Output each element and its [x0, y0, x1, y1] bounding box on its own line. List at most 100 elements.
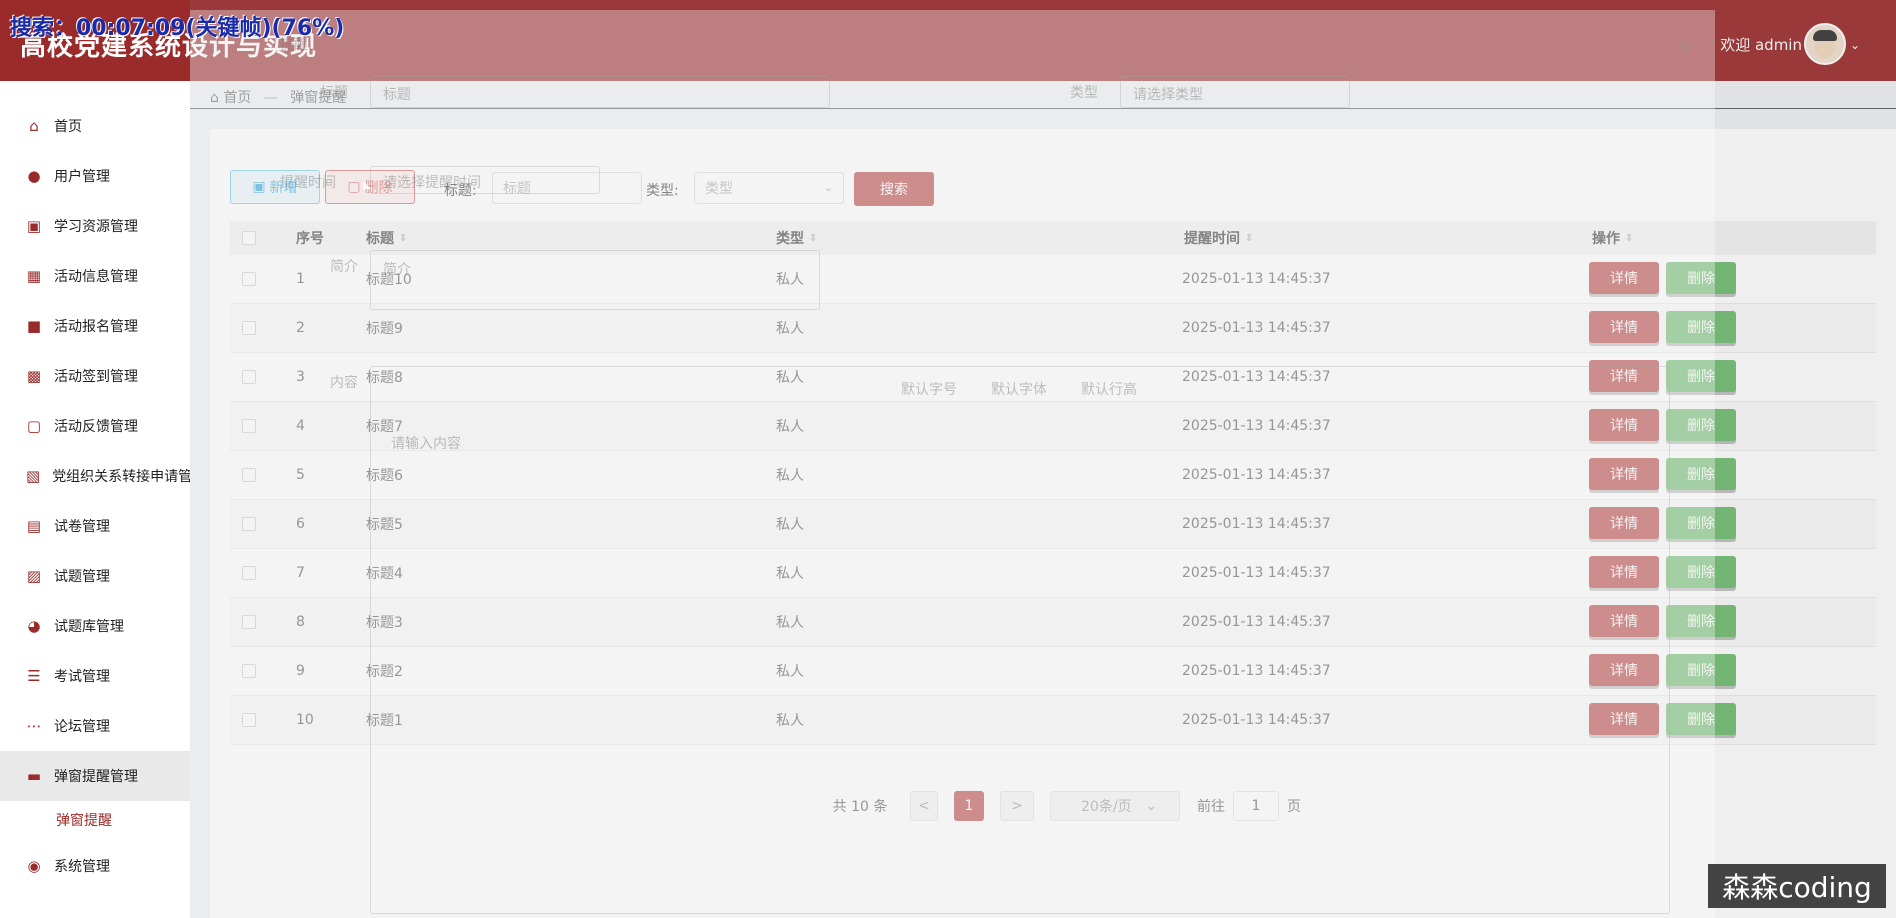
chevron-down-icon[interactable]: ⌄	[1850, 38, 1860, 52]
detail-button[interactable]: 详情	[1589, 262, 1659, 294]
cell-title: 标题6	[366, 468, 403, 484]
add-icon: ▣	[252, 179, 266, 195]
detail-button[interactable]: 详情	[1589, 311, 1659, 343]
sidebar-item-activity-checkin[interactable]: ▩ 活动签到管理	[0, 351, 190, 401]
settings-icon: ◉	[27, 857, 41, 875]
detail-button[interactable]: 详情	[1589, 654, 1659, 686]
cell-time: 2025-01-13 14:45:37	[1182, 565, 1331, 581]
sidebar-item-label: 论坛管理	[54, 719, 110, 735]
sidebar-item-home[interactable]: ⌂ 首页	[0, 101, 190, 151]
type-select[interactable]: 类型 ⌄	[694, 172, 844, 204]
row-delete-button[interactable]: 删除	[1666, 703, 1736, 735]
avatar[interactable]	[1804, 23, 1846, 65]
chevron-down-icon: ⌄	[1145, 798, 1158, 814]
row-delete-button[interactable]: 删除	[1666, 654, 1736, 686]
page-1-button[interactable]: 1	[954, 791, 984, 821]
row-checkbox[interactable]	[242, 451, 256, 499]
page-suffix: 页	[1287, 799, 1301, 815]
sort-icon[interactable]: ⇕	[399, 233, 407, 244]
header-title[interactable]: 标题 ⇕	[366, 221, 407, 255]
select-all-checkbox[interactable]	[242, 221, 256, 255]
detail-button[interactable]: 详情	[1589, 360, 1659, 392]
next-page-button[interactable]: >	[1000, 791, 1034, 821]
sidebar-item-system[interactable]: ◉ 系统管理	[0, 841, 190, 891]
sidebar-item-popup-reminders[interactable]: ▬ 弹窗提醒管理	[0, 751, 190, 801]
row-checkbox[interactable]	[242, 500, 256, 548]
sidebar-item-forum[interactable]: ⋯ 论坛管理	[0, 701, 190, 751]
cell-time: 2025-01-13 14:45:37	[1182, 663, 1331, 679]
row-checkbox[interactable]	[242, 402, 256, 450]
sort-icon[interactable]: ⇕	[1245, 233, 1253, 244]
chevron-down-icon: ⌄	[823, 181, 833, 194]
prev-page-button[interactable]: <	[910, 791, 938, 821]
card-icon: ▨	[26, 567, 42, 585]
cell-time: 2025-01-13 14:45:37	[1182, 320, 1331, 336]
goto-page-input[interactable]: 1	[1233, 791, 1279, 821]
user-icon: ●	[27, 167, 41, 185]
row-checkbox[interactable]	[242, 598, 256, 646]
header-type[interactable]: 类型 ⇕	[776, 221, 817, 255]
row-delete-button[interactable]: 删除	[1666, 409, 1736, 441]
page-size-value: 20条/页	[1081, 799, 1132, 815]
row-checkbox[interactable]	[242, 549, 256, 597]
row-checkbox[interactable]	[242, 647, 256, 695]
cell-index: 1	[296, 271, 305, 287]
cell-type: 私人	[776, 419, 804, 435]
row-delete-button[interactable]: 删除	[1666, 556, 1736, 588]
detail-button[interactable]: 详情	[1589, 458, 1659, 490]
row-delete-button[interactable]: 删除	[1666, 507, 1736, 539]
table-row: 10 标题1 私人 2025-01-13 14:45:37 详情 删除	[230, 696, 1876, 745]
cell-title: 标题9	[366, 321, 403, 337]
cell-index: 10	[296, 712, 314, 728]
row-checkbox[interactable]	[242, 353, 256, 401]
sidebar-item-question-bank[interactable]: ◕ 试题库管理	[0, 601, 190, 651]
table-row: 1 标题10 私人 2025-01-13 14:45:37 详情 删除	[230, 255, 1876, 304]
sidebar-item-questions[interactable]: ▨ 试题管理	[0, 551, 190, 601]
detail-button[interactable]: 详情	[1589, 409, 1659, 441]
row-checkbox[interactable]	[242, 304, 256, 352]
sidebar-item-exams[interactable]: ☰ 考试管理	[0, 651, 190, 701]
cell-type: 私人	[776, 370, 804, 386]
sidebar-subitem-popup-reminder[interactable]: 弹窗提醒	[56, 810, 112, 830]
detail-button[interactable]: 详情	[1589, 556, 1659, 588]
cell-title: 标题1	[366, 713, 403, 729]
row-delete-button[interactable]: 删除	[1666, 605, 1736, 637]
basket-icon: ▩	[26, 367, 42, 385]
sidebar-item-activity-feedback[interactable]: ▢ 活动反馈管理	[0, 401, 190, 451]
table-row: 5 标题6 私人 2025-01-13 14:45:37 详情 删除	[230, 451, 1876, 500]
sidebar-item-papers[interactable]: ▤ 试卷管理	[0, 501, 190, 551]
grid-icon: ▦	[26, 267, 42, 285]
page-size-select[interactable]: 20条/页 ⌄	[1050, 791, 1180, 821]
table-row: 2 标题9 私人 2025-01-13 14:45:37 详情 删除	[230, 304, 1876, 353]
breadcrumb-home[interactable]: 首页	[223, 90, 251, 106]
sidebar-item-activity-info[interactable]: ▦ 活动信息管理	[0, 251, 190, 301]
sidebar-item-party-transfer[interactable]: ▧ 党组织关系转接申请管理	[0, 451, 190, 501]
cell-type: 私人	[776, 615, 804, 631]
row-delete-button[interactable]: 删除	[1666, 311, 1736, 343]
header-time[interactable]: 提醒时间 ⇕	[1184, 221, 1253, 255]
header-action[interactable]: 操作 ⇕	[1592, 221, 1633, 255]
sort-icon[interactable]: ⇕	[1625, 233, 1633, 244]
sidebar-item-learning[interactable]: ▣ 学习资源管理	[0, 201, 190, 251]
row-checkbox[interactable]	[242, 255, 256, 303]
sidebar-item-label: 考试管理	[54, 669, 110, 685]
divider	[190, 108, 1896, 109]
table-row: 9 标题2 私人 2025-01-13 14:45:37 详情 删除	[230, 647, 1876, 696]
row-delete-button[interactable]: 删除	[1666, 262, 1736, 294]
detail-button[interactable]: 详情	[1589, 605, 1659, 637]
row-delete-button[interactable]: 删除	[1666, 458, 1736, 490]
row-delete-button[interactable]: 删除	[1666, 360, 1736, 392]
table-row: 8 标题3 私人 2025-01-13 14:45:37 详情 删除	[230, 598, 1876, 647]
detail-button[interactable]: 详情	[1589, 507, 1659, 539]
search-button[interactable]: 搜索	[854, 172, 934, 206]
add-button[interactable]: ▣ 新增	[230, 170, 320, 204]
db-icon: ☰	[27, 667, 41, 685]
home-icon: ⌂	[210, 90, 219, 106]
sidebar-item-activity-signup[interactable]: ■ 活动报名管理	[0, 301, 190, 351]
cell-title: 标题7	[366, 419, 403, 435]
sidebar-item-users[interactable]: ● 用户管理	[0, 151, 190, 201]
row-checkbox[interactable]	[242, 696, 256, 744]
sort-icon[interactable]: ⇕	[809, 233, 817, 244]
title-search-input[interactable]: 标题	[492, 172, 642, 204]
detail-button[interactable]: 详情	[1589, 703, 1659, 735]
